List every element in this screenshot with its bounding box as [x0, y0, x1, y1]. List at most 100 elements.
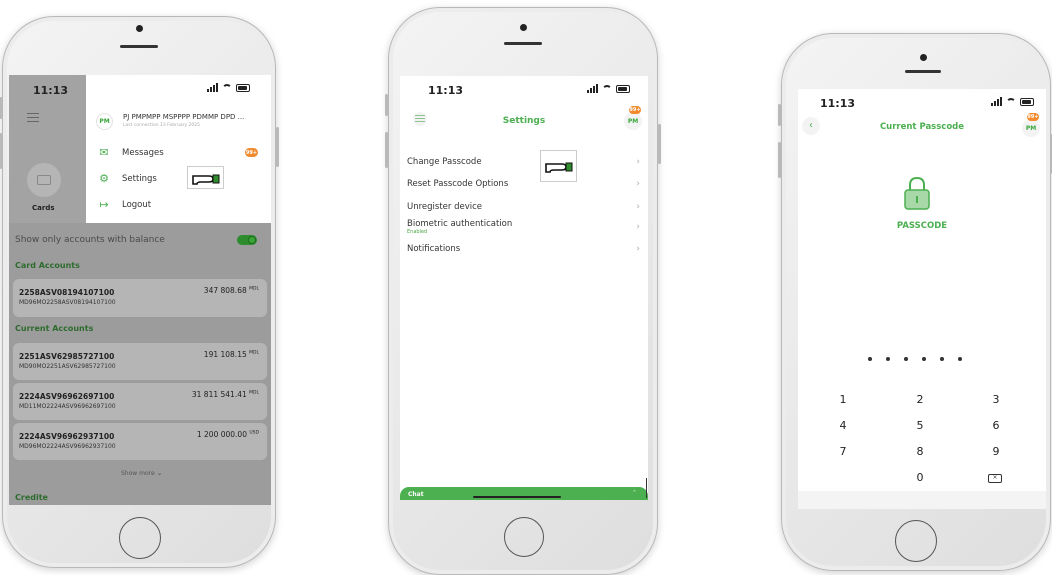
cards-icon[interactable]: [27, 163, 61, 197]
account-card[interactable]: 2224ASV96962937100 MD96MO2224ASV96962937…: [13, 423, 267, 460]
avatar[interactable]: PM: [1022, 119, 1040, 137]
key-4[interactable]: 4: [828, 419, 858, 432]
home-button[interactable]: [119, 517, 161, 559]
wifi-icon: [1006, 97, 1016, 106]
screen-1: 11:13 Cards PM PJ PMPMPP MSPPPP PDMMP DP…: [9, 75, 271, 505]
camera: [920, 54, 927, 61]
account-iban: MD11MO2224ASV96962697100: [19, 403, 116, 410]
wifi-icon: [222, 83, 232, 92]
menu-item-logout[interactable]: ↦ Logout: [98, 199, 151, 210]
power-button: [276, 127, 279, 167]
status-time: 11:13: [428, 84, 464, 97]
settings-item-unregister[interactable]: Unregister device ›: [407, 202, 640, 212]
menu-item-label: Settings: [122, 173, 157, 184]
settings-item-biometric[interactable]: Biometric authentication › Enabled: [407, 219, 640, 235]
chevron-right-icon: ›: [636, 179, 640, 189]
battery-icon: [236, 83, 250, 92]
passcode-dot: [940, 357, 944, 361]
user-name: PJ PMPMPP MSPPPP PDMMP DPD ...: [123, 113, 245, 121]
settings-item-label: Biometric authentication: [407, 219, 513, 229]
menu-item-messages[interactable]: ✉ Messages: [98, 147, 163, 158]
account-card[interactable]: 2224ASV96962697100 MD11MO2224ASV96962697…: [13, 383, 267, 420]
key-3[interactable]: 3: [981, 393, 1011, 406]
home-button[interactable]: [504, 517, 544, 557]
avatar[interactable]: PM: [96, 113, 113, 130]
section-title-card-accounts: Card Accounts: [15, 261, 80, 270]
account-card[interactable]: 2251ASV62985727100 MD90MO2251ASV62985727…: [13, 343, 267, 380]
battery-icon: [1020, 97, 1034, 106]
status-icons: [207, 83, 250, 92]
account-iban: MD96MO2224ASV96962937100: [19, 443, 116, 450]
side-menu: PM PJ PMPMPP MSPPPP PDMMP DPD ... Last c…: [86, 75, 271, 223]
balance-toggle[interactable]: [237, 235, 257, 245]
backspace-icon[interactable]: ×: [988, 474, 1002, 483]
messages-badge: 99+: [245, 148, 258, 157]
avatar[interactable]: PM: [624, 112, 642, 130]
account-number: 2258ASV08194107100: [19, 288, 115, 297]
mute-switch: [0, 97, 2, 119]
key-9[interactable]: 9: [981, 445, 1011, 458]
status-time: 11:13: [33, 84, 69, 97]
section-title-current-accounts: Current Accounts: [15, 324, 94, 333]
phone-1: 11:13 Cards PM PJ PMPMPP MSPPPP PDMMP DP…: [0, 16, 279, 568]
pointing-hand-icon: [540, 150, 577, 182]
page-title: Current Passcode: [879, 122, 965, 132]
cards-label: Cards: [32, 204, 55, 212]
key-6[interactable]: 6: [981, 419, 1011, 432]
account-balance: 1 200 000.00 USD: [196, 430, 259, 439]
account-card[interactable]: 2258ASV08194107100 MD96MO2258ASV08194107…: [13, 279, 267, 317]
speaker: [905, 70, 941, 73]
chat-label: Chat: [408, 491, 424, 498]
wifi-icon: [602, 84, 612, 93]
key-8[interactable]: 8: [905, 445, 935, 458]
biometric-status: Enabled: [407, 229, 428, 235]
chevron-right-icon: ›: [636, 157, 640, 167]
speaker: [120, 45, 158, 48]
passcode-dot: [904, 357, 908, 361]
power-button: [658, 124, 661, 164]
mute-switch: [778, 104, 781, 126]
volume-up-button: [0, 133, 2, 169]
key-2[interactable]: 2: [905, 393, 935, 406]
show-more-button[interactable]: Show more ⌄: [121, 469, 162, 477]
speaker: [504, 42, 542, 45]
logout-icon: ↦: [99, 198, 109, 211]
camera: [136, 25, 143, 32]
chevron-right-icon: ›: [636, 222, 640, 232]
settings-item-change-passcode[interactable]: Change Passcode ›: [407, 157, 640, 167]
passcode-dot: [886, 357, 890, 361]
settings-item-notifications[interactable]: Notifications ›: [407, 244, 640, 254]
chevron-right-icon: ›: [636, 202, 640, 212]
lock-icon: [902, 175, 932, 211]
menu-item-settings[interactable]: ⚙ Settings: [98, 173, 157, 184]
account-number: 2224ASV96962937100: [19, 432, 115, 441]
volume-up-button: [778, 142, 781, 178]
page-title: Settings: [502, 116, 546, 126]
key-5[interactable]: 5: [905, 419, 935, 432]
status-icons: [587, 84, 630, 93]
chat-bar[interactable]: Chat ˄: [400, 487, 648, 500]
chevron-up-icon: ˄: [633, 490, 636, 497]
hamburger-icon[interactable]: [27, 113, 39, 122]
key-0[interactable]: 0: [905, 471, 935, 484]
bottom-bar: [798, 491, 1046, 509]
menu-item-label: Logout: [122, 199, 152, 210]
account-iban: MD96MO2258ASV08194107100: [19, 299, 116, 306]
chevron-right-icon: ›: [636, 244, 640, 254]
key-1[interactable]: 1: [828, 393, 858, 406]
signal-icon: [991, 97, 1002, 106]
home-indicator: [473, 496, 561, 498]
passcode-dot: [958, 357, 962, 361]
chevron-down-icon: ⌄: [156, 469, 163, 477]
pointing-hand-icon: [187, 166, 224, 189]
key-7[interactable]: 7: [828, 445, 858, 458]
settings-item-label: Unregister device: [407, 202, 483, 212]
balance-toggle-label: Show only accounts with balance: [15, 235, 165, 245]
settings-item-reset-passcode[interactable]: Reset Passcode Options ›: [407, 179, 640, 189]
passcode-label: PASSCODE: [896, 221, 948, 231]
account-number: 2224ASV96962697100: [19, 392, 115, 401]
signal-icon: [207, 83, 218, 92]
home-button[interactable]: [895, 520, 937, 562]
account-balance: 191 108.15 MDL: [203, 350, 259, 359]
passcode-dot: [922, 357, 926, 361]
